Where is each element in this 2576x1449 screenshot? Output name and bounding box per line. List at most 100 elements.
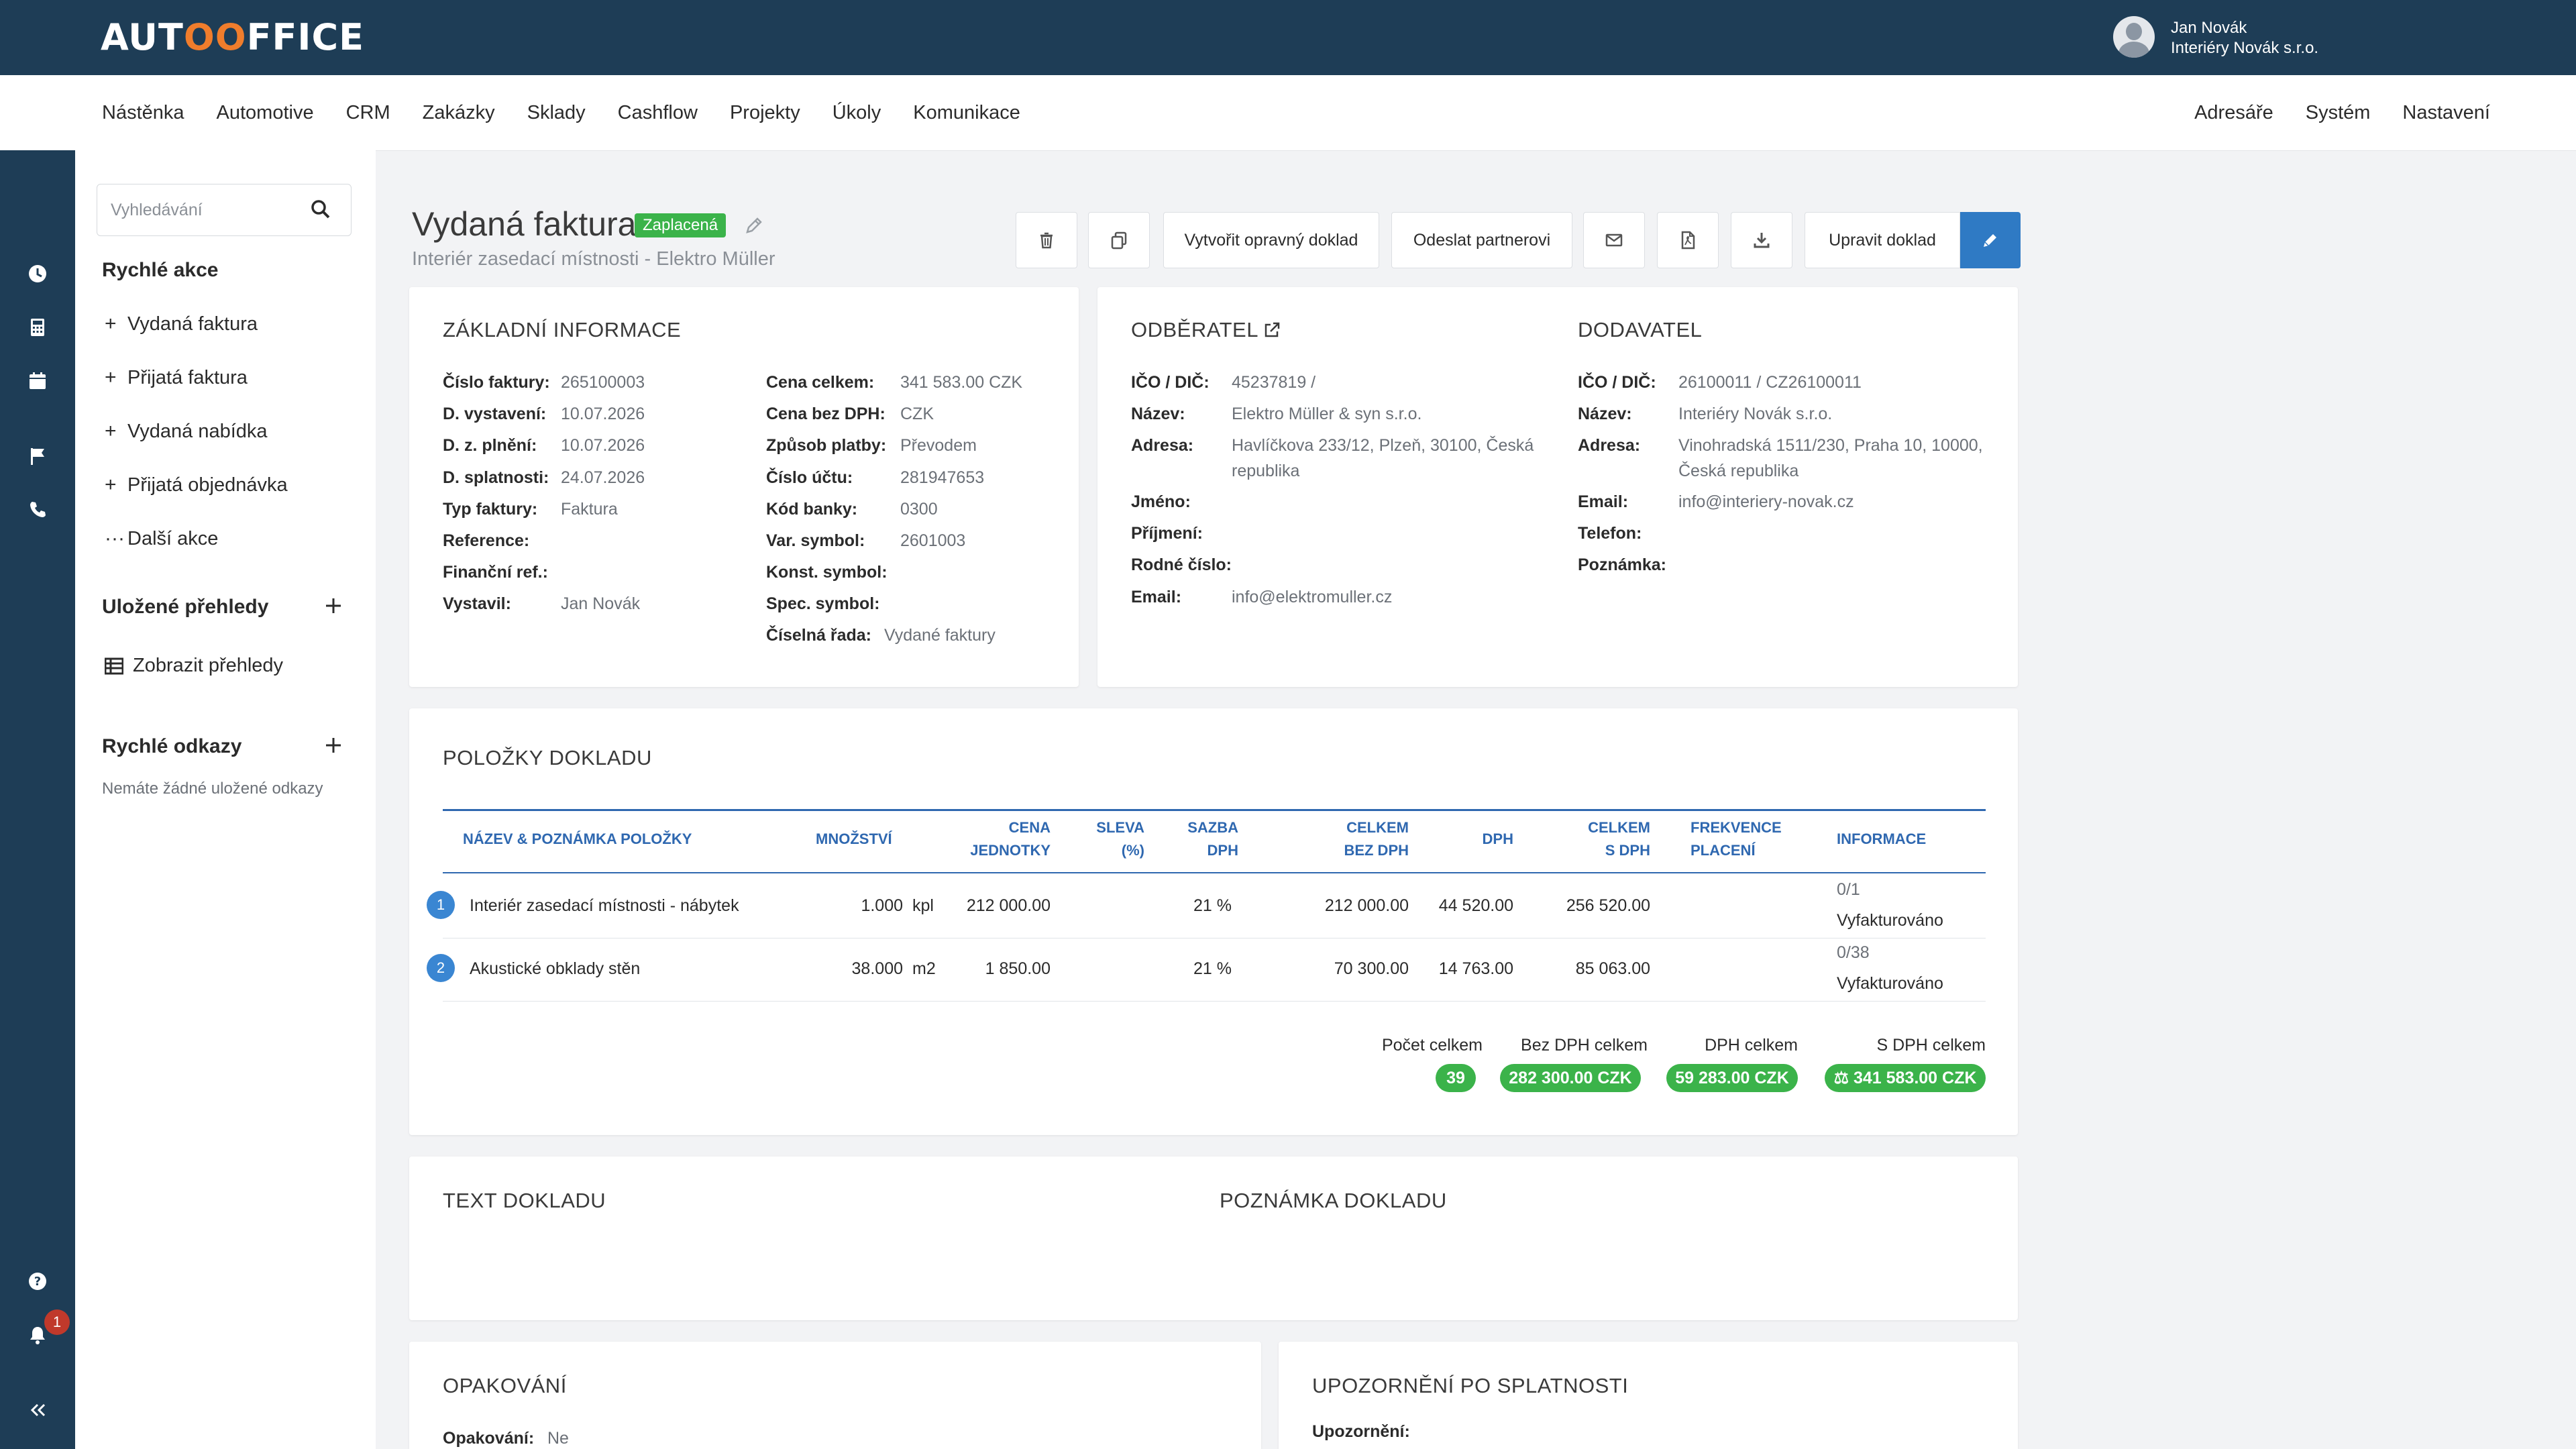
pencil-icon <box>1984 234 1996 247</box>
nav-tasks[interactable]: Úkoly <box>833 102 881 124</box>
col-vat-rate[interactable]: SAZBA DPH <box>1154 816 1238 862</box>
nav-warehouses[interactable]: Sklady <box>527 102 586 124</box>
delete-button[interactable] <box>1016 212 1077 268</box>
collapse-icon[interactable] <box>27 1399 48 1421</box>
quick-action-issued-offer[interactable]: + Vydaná nabídka <box>105 420 268 443</box>
phone-icon[interactable] <box>27 499 48 521</box>
customer-email[interactable]: info@elektromuller.cz <box>1232 588 1392 607</box>
page-subtitle: Interiér zasedací místnosti - Elektro Mü… <box>412 248 775 270</box>
field-label: Spec. symbol: <box>766 594 880 613</box>
quick-action-issued-invoice[interactable]: + Vydaná faktura <box>105 313 258 335</box>
field-label: Způsob platby: <box>766 436 887 455</box>
nav-directories[interactable]: Adresáře <box>2194 102 2273 124</box>
count-total-label: Počet celkem <box>1381 1036 1483 1055</box>
customer-address-2: republika <box>1232 462 1300 480</box>
supplier-email[interactable]: info@interiery-novak.cz <box>1678 492 1854 512</box>
avatar[interactable] <box>2113 16 2155 58</box>
quick-action-received-order[interactable]: + Přijatá objednávka <box>105 474 288 496</box>
col-total-net[interactable]: CELKEM BEZ DPH <box>1248 816 1409 862</box>
nav-automotive[interactable]: Automotive <box>217 102 314 124</box>
nav-settings[interactable]: Nastavení <box>2402 102 2490 124</box>
plus-icon: + <box>105 366 117 388</box>
notification-badge: 1 <box>44 1309 70 1335</box>
create-corrective-button[interactable]: Vytvořit opravný doklad <box>1163 212 1379 268</box>
item-name[interactable]: Akustické obklady stěn <box>470 959 640 979</box>
col-name[interactable]: NÁZEV & POZNÁMKA POLOŽKY <box>463 828 692 851</box>
field-label: Email: <box>1131 588 1182 606</box>
edit-document-button[interactable]: Upravit doklad <box>1805 212 1960 268</box>
quick-action-received-invoice[interactable]: + Přijatá faktura <box>105 366 248 389</box>
col-unit-price[interactable]: CENA JEDNOTKY <box>903 816 1051 862</box>
table-icon <box>105 657 123 674</box>
calendar-icon[interactable] <box>27 370 48 392</box>
item-unit-price: 212 000.00 <box>966 896 1051 915</box>
item-vat: 44 520.00 <box>1438 896 1513 915</box>
vat-total-label: DPH celkem <box>1705 1036 1798 1055</box>
external-link-icon[interactable] <box>1263 321 1281 339</box>
col-total-gross[interactable]: CELKEM S DPH <box>1523 816 1650 862</box>
supplier-name: Interiéry Novák s.r.o. <box>1678 405 1833 423</box>
nav-communication[interactable]: Komunikace <box>913 102 1020 124</box>
pdf-button[interactable] <box>1657 212 1719 268</box>
field-label: Číslo účtu: <box>766 468 853 487</box>
number-series: Vydané faktury <box>884 626 996 645</box>
tax-date: 10.07.2026 <box>561 436 645 455</box>
item-total-gross: 85 063.00 <box>1575 959 1650 978</box>
net-total-label: Bez DPH celkem <box>1521 1036 1648 1055</box>
page-title: Vydaná faktura <box>412 205 637 243</box>
table-header-bottom-border <box>443 872 1986 873</box>
col-info[interactable]: INFORMACE <box>1837 828 1926 851</box>
clock-icon[interactable] <box>27 263 48 284</box>
top-bar: AUTOOFFICE Jan Novák Interiéry Novák s.r… <box>0 0 2576 75</box>
field-label: Email: <box>1578 492 1629 511</box>
row-divider <box>443 1001 1986 1002</box>
send-to-partner-button[interactable]: Odeslat partnerovi <box>1391 212 1572 268</box>
item-invoiced-status: Vyfakturováno <box>1837 974 1943 993</box>
field-label: Reference: <box>443 531 530 550</box>
calculator-icon[interactable] <box>27 317 48 338</box>
search-icon[interactable] <box>309 198 332 221</box>
col-vat[interactable]: DPH <box>1415 828 1513 851</box>
flag-icon[interactable] <box>27 445 48 467</box>
more-actions[interactable]: ··· Další akce <box>105 527 218 550</box>
col-discount[interactable]: SLEVA (%) <box>1080 816 1144 862</box>
field-label: Jméno: <box>1131 492 1191 511</box>
repeat-card: OPAKOVÁNÍ Opakování: Ne <box>409 1342 1261 1449</box>
field-label: Upozornění: <box>1312 1422 1410 1441</box>
add-quick-link-icon[interactable] <box>323 735 343 755</box>
item-name[interactable]: Interiér zasedací místnosti - nábytek <box>470 896 739 916</box>
customer-ico: 45237819 / <box>1232 373 1316 392</box>
search-input[interactable]: Vyhledávání <box>97 184 352 236</box>
field-label: Cena bez DPH: <box>766 405 885 423</box>
col-quantity[interactable]: MNOŽSTVÍ <box>816 828 892 851</box>
basic-info-card: ZÁKLADNÍ INFORMACE Číslo faktury: 265100… <box>409 287 1079 687</box>
nav-system[interactable]: Systém <box>2306 102 2371 124</box>
edit-title-icon[interactable] <box>743 215 765 236</box>
basic-info-title: ZÁKLADNÍ INFORMACE <box>443 318 682 341</box>
field-label: Vystavil: <box>443 594 511 613</box>
email-button[interactable] <box>1583 212 1645 268</box>
field-label: Název: <box>1578 405 1632 423</box>
show-saved-views[interactable]: Zobrazit přehledy <box>105 655 283 677</box>
row-number: 2 <box>427 954 455 982</box>
nav-projects[interactable]: Projekty <box>730 102 800 124</box>
edit-document-icon-button[interactable] <box>1960 212 2021 268</box>
download-button[interactable] <box>1731 212 1792 268</box>
overdue-reminder-card: UPOZORNĚNÍ PO SPLATNOSTI Upozornění: <box>1279 1342 2018 1449</box>
download-icon <box>1754 233 1770 248</box>
item-vat-rate: 21 % <box>1193 959 1232 978</box>
copy-button[interactable] <box>1088 212 1150 268</box>
nav-cashflow[interactable]: Cashflow <box>618 102 698 124</box>
add-saved-view-icon[interactable] <box>323 596 343 616</box>
help-icon[interactable]: ? <box>27 1271 48 1292</box>
nav-dashboard[interactable]: Nástěnka <box>102 102 184 124</box>
item-total-net: 212 000.00 <box>1324 896 1409 915</box>
nav-crm[interactable]: CRM <box>346 102 390 124</box>
issued-by: Jan Novák <box>561 594 641 613</box>
copy-icon <box>1111 231 1127 250</box>
nav-orders[interactable]: Zakázky <box>423 102 495 124</box>
document-note-title: POZNÁMKA DOKLADU <box>1220 1189 1447 1212</box>
items-title: POLOŽKY DOKLADU <box>443 746 652 769</box>
col-payment-frequency[interactable]: FREKVENCE PLACENÍ <box>1690 816 1782 862</box>
app-logo[interactable]: AUTOOFFICE <box>101 16 364 58</box>
